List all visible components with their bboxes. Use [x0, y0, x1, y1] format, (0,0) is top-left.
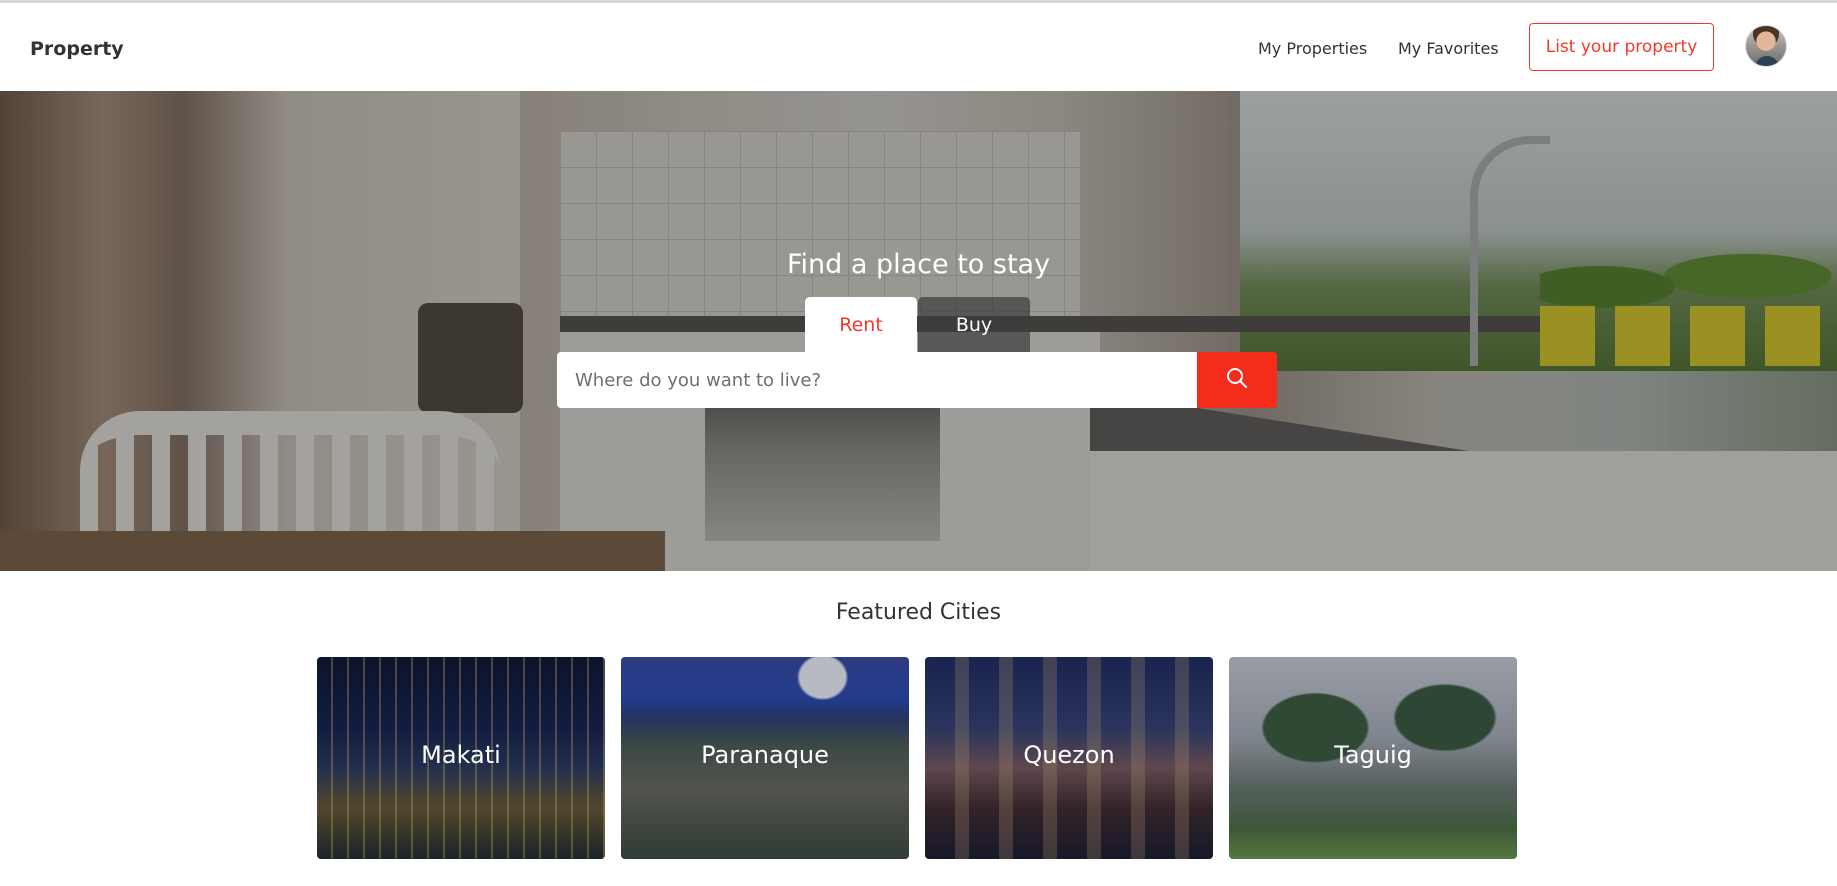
- city-card-makati[interactable]: Makati: [317, 657, 605, 859]
- brand-logo[interactable]: Property: [30, 38, 124, 60]
- city-label: Makati: [421, 741, 501, 769]
- city-card-taguig[interactable]: Taguig: [1229, 657, 1517, 859]
- user-avatar[interactable]: [1745, 25, 1787, 67]
- search-type-tabs: Rent Buy: [805, 297, 1030, 353]
- nav-my-properties[interactable]: My Properties: [1258, 39, 1367, 58]
- navbar: Property My Properties My Favorites List…: [0, 3, 1837, 91]
- city-label: Paranaque: [701, 741, 829, 769]
- list-property-button[interactable]: List your property: [1529, 23, 1714, 71]
- city-card-quezon[interactable]: Quezon: [925, 657, 1213, 859]
- hero-title: Find a place to stay: [786, 249, 1051, 280]
- city-label: Taguig: [1334, 741, 1412, 769]
- city-card-paranaque[interactable]: Paranaque: [621, 657, 909, 859]
- location-search-input[interactable]: [557, 352, 1198, 408]
- tab-buy[interactable]: Buy: [918, 297, 1030, 353]
- hero-banner: Find a place to stay Rent Buy: [0, 91, 1837, 571]
- search-icon: [1226, 367, 1248, 393]
- nav-my-favorites[interactable]: My Favorites: [1398, 39, 1499, 58]
- tab-rent[interactable]: Rent: [805, 297, 917, 353]
- search-button[interactable]: [1197, 352, 1277, 408]
- featured-cities-title: Featured Cities: [835, 600, 1002, 625]
- city-label: Quezon: [1023, 741, 1115, 769]
